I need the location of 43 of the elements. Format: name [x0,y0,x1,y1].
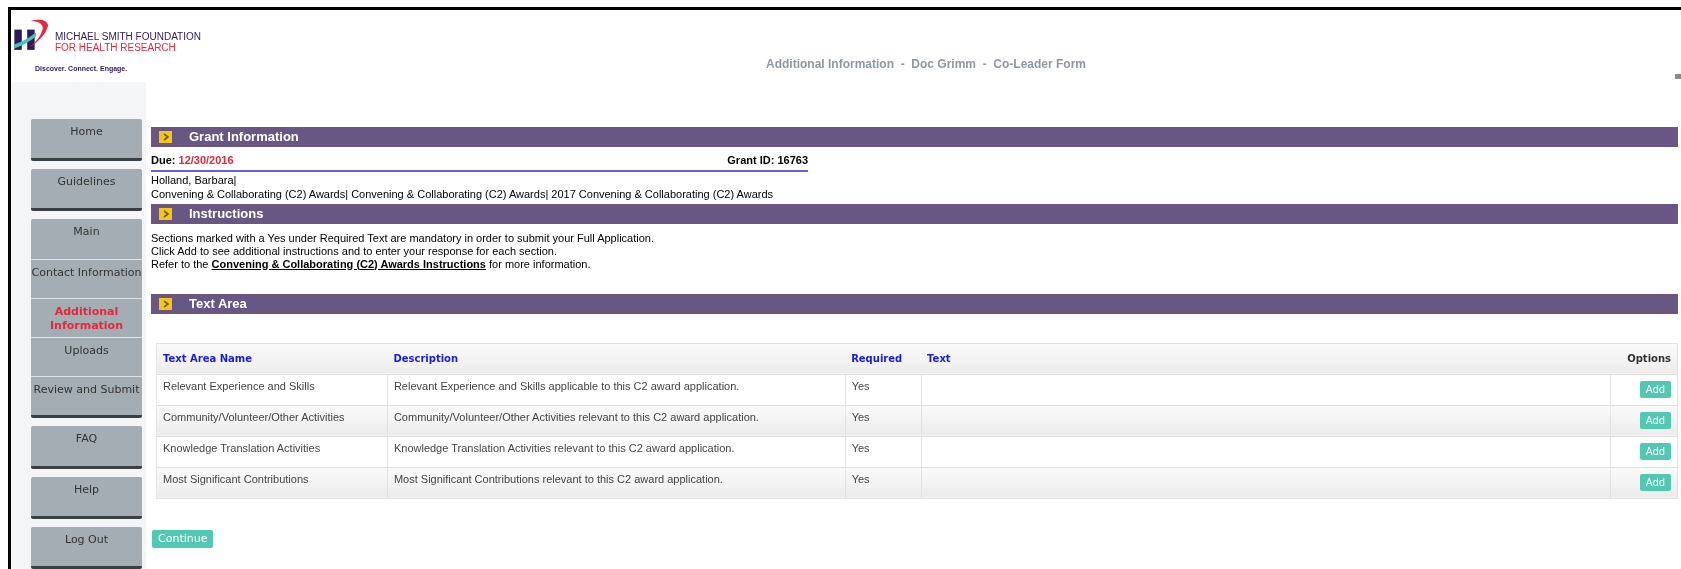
nav-button[interactable]: Help [31,476,142,516]
column-header: Text Area Name [156,343,388,374]
table-cell: Yes [845,405,922,436]
table-cell: Community/Volunteer/Other Activities [156,405,388,436]
column-header: Text [921,343,1611,374]
instruction-text: Sections marked with a Yes under Required Text are mandatory in order to submit your Full Application. [151,231,655,245]
section-header: Text Area [151,293,1678,314]
column-header: Required [845,343,922,374]
section-header: Instructions [151,203,1678,224]
nav-button[interactable]: Main [31,219,142,259]
column-header: Description [387,343,846,374]
program-text: Convening & Collaborating (C2) Awards| Convening & Collaborating (C2) Awards| 2017 Convening & Collaborating (C2) Awards [151,187,775,201]
arrow-icon [159,207,172,220]
section-header: Grant Information [151,127,1678,147]
table-cell: Most Significant Contributions [156,467,388,498]
nav-button[interactable]: Log Out [31,526,142,566]
instruction-text: Refer to the Convening & Collaborating (C2) Awards Instructions for more information. [151,257,592,271]
nav-button[interactable]: Contact Information [31,258,142,298]
table-cell: Yes [845,374,922,405]
table-cell: Yes [845,467,922,498]
nav-button[interactable]: Uploads [31,337,142,377]
arrow-icon [159,297,172,310]
nav-button[interactable]: Guidelines [31,169,142,209]
applicant-text: Holland, Barbara| [151,173,238,187]
table-cell: Relevant Experience and Skills applicable to this C2 award application. [387,374,846,405]
grant-id-text: Grant ID: 16763 [727,153,808,168]
table-cell: Yes [845,436,922,467]
table-cell: Relevant Experience and Skills [156,374,388,405]
table-cell: Knowledge Translation Activities relevant to this C2 award application. [387,436,846,467]
instruction-text: Click Add to see additional instructions and to enter your response for each section. [151,244,558,258]
nav-button[interactable]: Home [31,119,142,159]
page-title: Additional Information - Doc Grimm - Co-Leader Form [766,56,1086,73]
instructions-link[interactable]: Convening & Collaborating (C2) Awards Instructions [211,257,486,270]
arrow-icon [159,131,172,143]
table-cell: Knowledge Translation Activities [156,436,388,467]
logo-text: MICHAEL SMITH FOUNDATION [54,31,201,42]
table-cell: Most Significant Contributions relevant to this C2 award application. [387,467,846,498]
nav-button[interactable]: Review and Submit [31,376,142,416]
due-date-text: Due: 12/30/2016 [151,153,234,168]
nav-button[interactable]: FAQ [31,426,142,466]
table-cell: Community/Volunteer/Other Activities relevant to this C2 award application. [387,405,846,436]
column-header: Options [1610,343,1678,374]
logo-text: FOR HEALTH RESEARCH [54,42,177,53]
